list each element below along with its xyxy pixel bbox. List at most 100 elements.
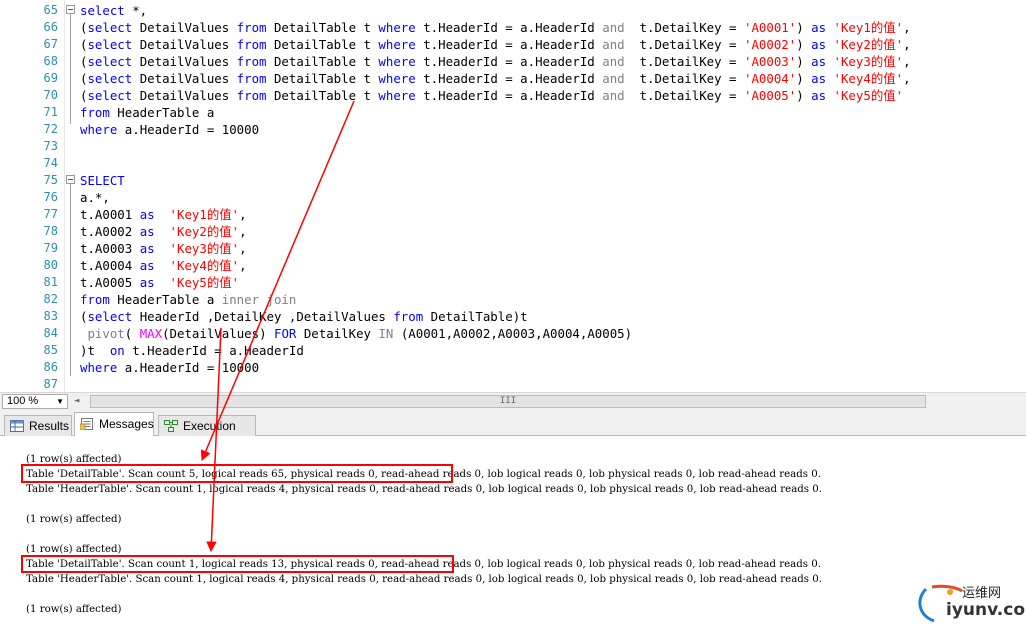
code-token: t.HeaderId = a.HeaderId: [415, 71, 603, 86]
code-token: 'A0003': [743, 54, 797, 69]
line-number: 73: [43, 139, 58, 153]
code-token: ): [796, 88, 812, 103]
code-text: (select HeaderId ,DetailKey ,DetailValue…: [80, 308, 528, 325]
code-text: from HeaderTable a: [80, 104, 214, 121]
message-line: Table 'HeaderTable'. Scan count 1, logic…: [26, 484, 822, 495]
code-token: t.A0005: [80, 275, 140, 290]
code-text: where a.HeaderId = 10000: [80, 359, 259, 376]
code-token: as: [139, 207, 155, 222]
line-number: 80: [43, 258, 58, 272]
code-token: select: [87, 71, 133, 86]
code-token: ,: [903, 54, 911, 69]
code-token: as: [139, 224, 155, 239]
code-token: where: [80, 122, 118, 137]
line-number: 87: [43, 377, 58, 391]
code-token: t.A0001: [80, 207, 140, 222]
tab-execution-plan[interactable]: Execution plan: [158, 415, 256, 453]
code-token: 'Key2的值': [833, 37, 904, 52]
code-text: t.A0004 as 'Key4的值',: [80, 257, 247, 274]
tab-results[interactable]: Results: [4, 415, 72, 436]
collapse-icon[interactable]: [66, 175, 75, 184]
sql-editor[interactable]: 65 select *, 66 (select DetailValues from D…: [0, 0, 1026, 392]
code-token: SELECT: [80, 173, 125, 188]
editor-statusbar: 100 % ▼ ◄ III: [0, 392, 1026, 410]
code-token: DetailTable t: [266, 71, 379, 86]
code-line: 80 t.A0004 as 'Key4的值',: [0, 257, 1026, 274]
code-line: 82 from HeaderTable a inner join: [0, 291, 1026, 308]
code-text: (select DetailValues from DetailTable t …: [80, 36, 911, 53]
message-line: (1 row(s) affected): [26, 604, 122, 615]
code-token: ,: [239, 224, 247, 239]
tab-messages[interactable]: Messages: [74, 412, 154, 436]
code-token: )t: [80, 343, 110, 358]
code-token: as: [811, 88, 827, 103]
code-line: 73: [0, 138, 1026, 155]
code-token: ,: [239, 258, 247, 273]
line-number: 68: [43, 54, 58, 68]
code-token: t.HeaderId = a.HeaderId: [415, 20, 603, 35]
code-token: t.HeaderId = a.HeaderId: [415, 37, 603, 52]
code-token: (A0001,A0002,A0003,A0004,A0005): [393, 326, 633, 341]
code-token: as: [139, 258, 155, 273]
code-text: where a.HeaderId = 10000: [80, 121, 259, 138]
line-number: 75: [43, 173, 58, 187]
message-line: (1 row(s) affected): [26, 454, 122, 465]
code-token: and: [602, 54, 625, 69]
code-token: *,: [124, 3, 148, 18]
zoom-dropdown[interactable]: 100 % ▼: [2, 394, 68, 409]
code-token: DetailTable t: [266, 20, 379, 35]
code-token: as: [139, 241, 155, 256]
line-number: 79: [43, 241, 58, 255]
code-token: from: [236, 20, 267, 35]
code-token: pivot: [87, 326, 125, 341]
code-line: 74: [0, 155, 1026, 172]
code-token: 'Key5的值': [833, 88, 904, 103]
code-token: and: [602, 20, 625, 35]
line-number: 83: [43, 309, 58, 323]
code-text: t.A0005 as 'Key5的值': [80, 274, 239, 291]
code-token: HeaderTable a: [109, 292, 222, 307]
code-token: and: [602, 37, 625, 52]
line-number: 69: [43, 71, 58, 85]
collapse-icon[interactable]: [66, 5, 75, 14]
code-token: where: [378, 88, 416, 103]
code-line: 75 SELECT: [0, 172, 1026, 189]
code-line: 66 (select DetailValues from DetailTable …: [0, 19, 1026, 36]
code-token: t.A0003: [80, 241, 140, 256]
messages-panel[interactable]: (1 row(s) affected) Table 'DetailTable'.…: [0, 436, 1026, 626]
code-text: pivot( MAX(DetailValues) FOR DetailKey I…: [80, 325, 632, 342]
code-token: (DetailValues): [162, 326, 274, 341]
code-line: 79 t.A0003 as 'Key3的值',: [0, 240, 1026, 257]
code-text: (select DetailValues from DetailTable t …: [80, 70, 911, 87]
code-token: 'Key3的值': [833, 54, 904, 69]
code-token: ,: [903, 20, 911, 35]
code-text: t.A0003 as 'Key3的值',: [80, 240, 247, 257]
messages-icon: [80, 418, 93, 430]
scrollbar-grip: III: [499, 396, 517, 406]
code-token: 'Key1的值': [169, 207, 240, 222]
code-text: )t on t.HeaderId = a.HeaderId: [80, 342, 304, 359]
code-token: select: [87, 88, 133, 103]
code-token: from: [236, 54, 267, 69]
code-token: ,: [903, 71, 911, 86]
tab-messages-label: Messages: [99, 417, 154, 431]
code-token: 'Key5的值': [169, 275, 240, 290]
code-token: a.HeaderId = 10000: [117, 360, 260, 375]
code-token: as: [811, 37, 827, 52]
line-number: 86: [43, 360, 58, 374]
scroll-left-icon[interactable]: ◄: [74, 396, 79, 406]
code-token: 'Key2的值': [169, 224, 240, 239]
code-token: a.*,: [80, 190, 110, 205]
code-line: 76 a.*,: [0, 189, 1026, 206]
code-token: select: [87, 309, 133, 324]
line-number: 85: [43, 343, 58, 357]
code-token: where: [378, 54, 416, 69]
code-token: as: [139, 275, 155, 290]
code-text: (select DetailValues from DetailTable t …: [80, 87, 903, 104]
grid-icon: [10, 420, 24, 432]
line-number: 78: [43, 224, 58, 238]
horizontal-scrollbar-thumb[interactable]: III: [90, 395, 926, 408]
